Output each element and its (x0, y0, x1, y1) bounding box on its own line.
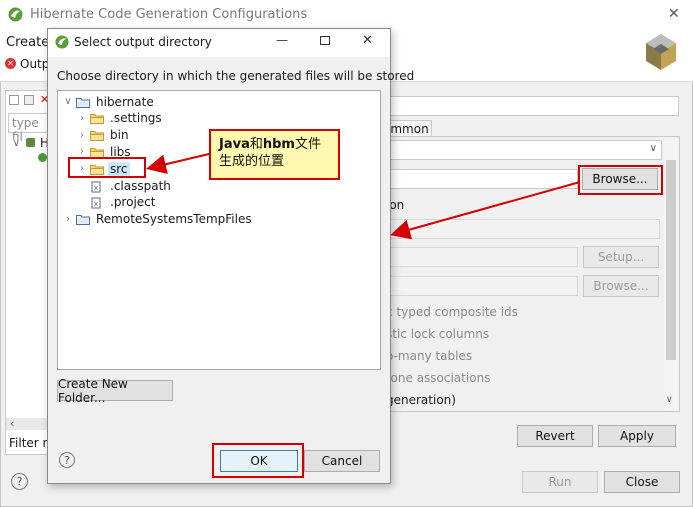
arrow-browse-to-field (390, 181, 581, 240)
arrow-callout-to-src (146, 153, 210, 175)
annotation-arrows (146, 153, 581, 240)
